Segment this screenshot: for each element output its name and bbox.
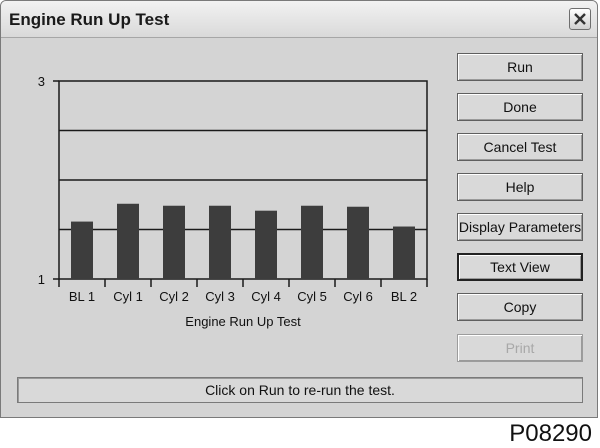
help-button[interactable]: Help xyxy=(457,173,583,201)
x-tick-label-2: Cyl 2 xyxy=(159,289,189,304)
text-view-button[interactable]: Text View xyxy=(457,253,583,281)
status-bar: Click on Run to re-run the test. xyxy=(17,377,583,403)
bar-7 xyxy=(393,226,415,279)
x-tick-label-6: Cyl 6 xyxy=(343,289,373,304)
x-tick-label-1: Cyl 1 xyxy=(113,289,143,304)
window-title: Engine Run Up Test xyxy=(9,10,170,29)
figure-id: P08290 xyxy=(509,420,592,447)
display-parameters-button[interactable]: Display Parameters xyxy=(457,213,583,241)
bar-4 xyxy=(255,210,277,279)
x-tick-label-3: Cyl 3 xyxy=(205,289,235,304)
y-tick-label-1: 3 xyxy=(38,74,45,89)
print-button: Print xyxy=(457,334,583,362)
bar-2 xyxy=(163,205,185,279)
title-bar[interactable]: Engine Run Up Test xyxy=(1,1,597,38)
x-tick-label-0: BL 1 xyxy=(69,289,95,304)
bar-0 xyxy=(71,221,93,279)
x-tick-label-7: BL 2 xyxy=(391,289,417,304)
dialog-window: Engine Run Up Test 1 3 BL 1 Cyl 1 Cyl 2 Cyl 3… xyxy=(0,0,598,418)
cancel-test-button[interactable]: Cancel Test xyxy=(457,133,583,161)
close-button[interactable] xyxy=(569,8,591,30)
x-tick-label-5: Cyl 5 xyxy=(297,289,327,304)
chart-svg: 1 3 BL 1 Cyl 1 Cyl 2 Cyl 3 Cyl 4 Cyl 5 Cyl 6 BL 2… xyxy=(38,74,428,329)
x-axis-label: Engine Run Up Test xyxy=(185,314,301,329)
bar-5 xyxy=(301,205,323,279)
bar-1 xyxy=(117,203,139,279)
bar-6 xyxy=(347,206,369,279)
done-button[interactable]: Done xyxy=(457,93,583,121)
copy-button[interactable]: Copy xyxy=(457,293,583,321)
bar-chart: 1 3 BL 1 Cyl 1 Cyl 2 Cyl 3 Cyl 4 Cyl 5 Cyl 6 BL 2… xyxy=(17,53,447,343)
close-icon xyxy=(574,13,586,25)
bar-3 xyxy=(209,205,231,279)
x-tick-label-4: Cyl 4 xyxy=(251,289,281,304)
run-button[interactable]: Run xyxy=(457,53,583,81)
y-tick-label-0: 1 xyxy=(38,272,45,287)
